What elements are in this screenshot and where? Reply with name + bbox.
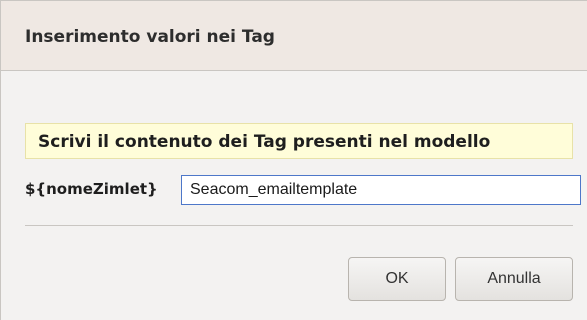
- ok-button[interactable]: OK: [348, 257, 446, 301]
- tag-value-input[interactable]: [181, 175, 581, 205]
- dialog-body: Scrivi il contenuto dei Tag presenti nel…: [1, 71, 587, 320]
- dialog-title: Inserimento valori nei Tag: [25, 27, 275, 47]
- instruction-text: Scrivi il contenuto dei Tag presenti nel…: [38, 132, 491, 152]
- dialog-titlebar[interactable]: Inserimento valori nei Tag: [1, 1, 587, 71]
- tag-values-dialog: Inserimento valori nei Tag Scrivi il con…: [0, 0, 587, 320]
- instruction-box: Scrivi il contenuto dei Tag presenti nel…: [25, 123, 573, 159]
- divider: [25, 225, 573, 226]
- cancel-button[interactable]: Annulla: [455, 257, 573, 301]
- tag-field-label: ${nomeZimlet}: [25, 180, 158, 198]
